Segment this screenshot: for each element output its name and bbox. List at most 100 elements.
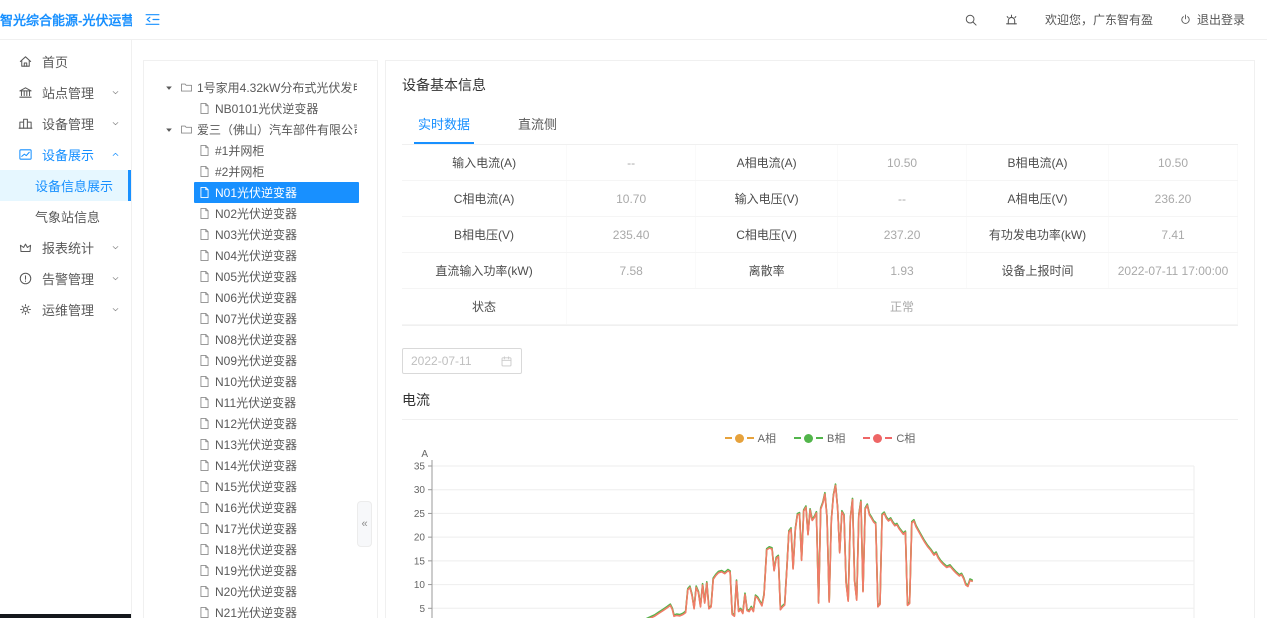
current-line-chart: 05101520253035A00:0001:0002:0003:0004:00… [402,446,1238,618]
file-icon [198,144,211,157]
sidebar-item-0[interactable]: 首页 [0,46,131,77]
tree-node-N15光伏逆变器[interactable]: N15光伏逆变器 [144,476,377,497]
file-icon [198,228,211,241]
sidebar-item-3[interactable]: 设备展示 [0,139,131,170]
svg-text:35: 35 [414,462,426,473]
topbar: 智光综合能源-光伏运营 欢迎您，广东智有盈 退出登录 [0,0,1267,40]
table-row: 直流输入功率(kW)7.58离散率1.93设备上报时间2022-07-11 17… [402,253,1238,289]
svg-text:30: 30 [414,485,426,496]
field-label: 有功发电功率(kW) [967,217,1109,252]
tree-node-N09光伏逆变器[interactable]: N09光伏逆变器 [144,350,377,371]
field-value: 235.40 [567,217,696,252]
tree-node-N21光伏逆变器[interactable]: N21光伏逆变器 [144,602,377,618]
tree-collapse-handle[interactable]: « [357,501,372,547]
tree-expand-caret[interactable] [162,83,176,93]
legend-item-A相[interactable]: A相 [725,430,776,446]
file-icon [198,186,211,199]
tree-node-N01光伏逆变器[interactable]: N01光伏逆变器 [144,182,377,203]
file-icon [198,354,211,367]
tree-node-N10光伏逆变器[interactable]: N10光伏逆变器 [144,371,377,392]
date-picker-value: 2022-07-11 [411,354,494,368]
welcome-text: 欢迎您，广东智有盈 [1045,11,1153,28]
chevron-down-icon [110,304,121,315]
sidebar-item-1[interactable]: 站点管理 [0,77,131,108]
field-label: B相电流(A) [967,145,1109,180]
sidebar-subitem-3-1[interactable]: 气象站信息 [0,201,131,232]
file-icon [198,396,211,409]
bank-icon [18,85,33,100]
file-icon [198,480,211,493]
file-icon [198,522,211,535]
file-icon [198,291,211,304]
warning-icon [18,271,33,286]
field-value: 10.50 [1109,145,1238,180]
field-value: 237.20 [838,217,967,252]
cluster-icon [18,116,33,131]
tree-node-N04光伏逆变器[interactable]: N04光伏逆变器 [144,245,377,266]
field-value: -- [567,145,696,180]
tree-node-N19光伏逆变器[interactable]: N19光伏逆变器 [144,560,377,581]
tab-实时数据[interactable]: 实时数据 [414,105,474,144]
field-value: 正常 [567,289,1238,324]
tree-node-N11光伏逆变器[interactable]: N11光伏逆变器 [144,392,377,413]
logout-button[interactable]: 退出登录 [1179,11,1245,28]
field-label: 输入电流(A) [402,145,567,180]
bottom-dark-strip [0,614,131,618]
tree-node-N20光伏逆变器[interactable]: N20光伏逆变器 [144,581,377,602]
file-icon [198,165,211,178]
sidebar-item-5[interactable]: 告警管理 [0,263,131,294]
tree-node-N08光伏逆变器[interactable]: N08光伏逆变器 [144,329,377,350]
tree-node-N14光伏逆变器[interactable]: N14光伏逆变器 [144,455,377,476]
tree-node-N13光伏逆变器[interactable]: N13光伏逆变器 [144,434,377,455]
menu-fold-icon[interactable] [144,11,161,28]
chevron-down-icon [110,87,121,98]
tree-expand-caret[interactable] [162,125,176,135]
calendar-icon [500,355,513,368]
device-info-table: 输入电流(A)--A相电流(A)10.50B相电流(A)10.50C相电流(A)… [402,145,1238,326]
main-panel: 设备基本信息 实时数据直流侧 输入电流(A)--A相电流(A)10.50B相电流… [385,60,1255,618]
legend-item-C相[interactable]: C相 [863,430,915,446]
field-value: 2022-07-11 17:00:00 [1109,253,1238,288]
file-icon [198,501,211,514]
file-icon [198,459,211,472]
alarm-icon[interactable] [1004,12,1019,27]
tab-直流侧[interactable]: 直流侧 [514,105,561,144]
tree-node-#1并网柜[interactable]: #1并网柜 [144,140,377,161]
tree-node-N02光伏逆变器[interactable]: N02光伏逆变器 [144,203,377,224]
tree-node-1号家用4.32kW分布式光伏发电站[interactable]: 1号家用4.32kW分布式光伏发电站 [144,77,377,98]
tree-node-N07光伏逆变器[interactable]: N07光伏逆变器 [144,308,377,329]
tree-node-#2并网柜[interactable]: #2并网柜 [144,161,377,182]
chevron-down-icon [110,242,121,253]
field-value: 1.93 [838,253,967,288]
tree-node-N18光伏逆变器[interactable]: N18光伏逆变器 [144,539,377,560]
field-label: 输入电压(V) [696,181,838,216]
table-row-status: 状态正常 [402,289,1238,325]
tree-node-NB0101光伏逆变器[interactable]: NB0101光伏逆变器 [144,98,377,119]
file-icon [198,438,211,451]
legend-item-B相[interactable]: B相 [794,430,845,446]
tree-node-N17光伏逆变器[interactable]: N17光伏逆变器 [144,518,377,539]
file-icon [198,417,211,430]
field-value: 10.70 [567,181,696,216]
tree-node-N03光伏逆变器[interactable]: N03光伏逆变器 [144,224,377,245]
sidebar-subitem-3-0[interactable]: 设备信息展示 [0,170,131,201]
sidebar: 首页站点管理设备管理设备展示设备信息展示气象站信息报表统计告警管理运维管理 [0,40,132,618]
power-icon [1179,13,1192,26]
file-icon [198,333,211,346]
svg-text:15: 15 [414,556,426,567]
logout-label: 退出登录 [1197,11,1245,28]
file-icon [198,543,211,556]
tree-node-N06光伏逆变器[interactable]: N06光伏逆变器 [144,287,377,308]
search-icon[interactable] [964,13,978,27]
sidebar-item-4[interactable]: 报表统计 [0,232,131,263]
tree-node-爱三（佛山）汽车部件有限公司光伏发[interactable]: 爱三（佛山）汽车部件有限公司光伏发 [144,119,377,140]
tree-node-N16光伏逆变器[interactable]: N16光伏逆变器 [144,497,377,518]
file-icon [198,564,211,577]
chevron-up-icon [110,149,121,160]
field-label: 直流输入功率(kW) [402,253,567,288]
date-picker[interactable]: 2022-07-11 [402,348,522,374]
tree-node-N05光伏逆变器[interactable]: N05光伏逆变器 [144,266,377,287]
tree-node-N12光伏逆变器[interactable]: N12光伏逆变器 [144,413,377,434]
sidebar-item-6[interactable]: 运维管理 [0,294,131,325]
sidebar-item-2[interactable]: 设备管理 [0,108,131,139]
